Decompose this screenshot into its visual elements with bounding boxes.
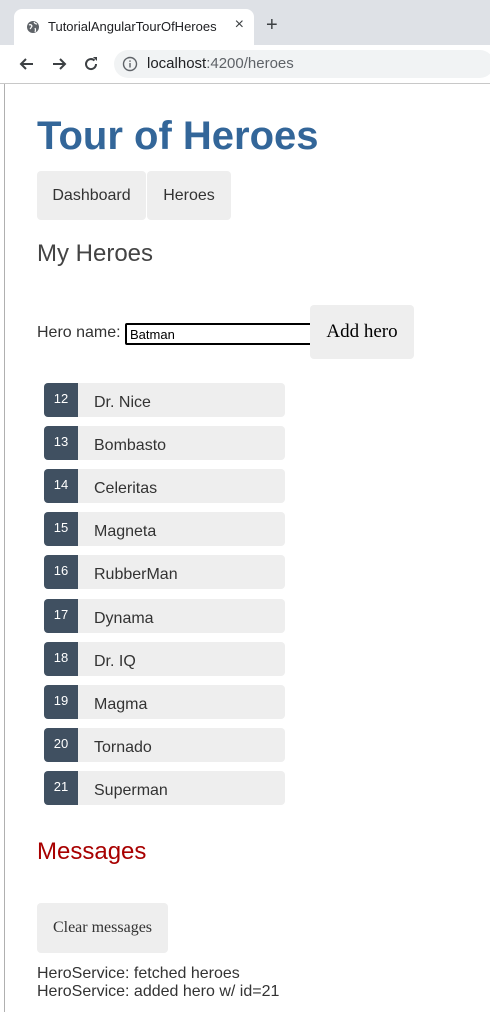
globe-icon bbox=[27, 21, 39, 33]
hero-name: Dynama bbox=[94, 610, 154, 627]
browser-tab[interactable]: TutorialAngularTourOfHeroes × bbox=[14, 9, 254, 45]
hero-name: Bombasto bbox=[94, 437, 167, 454]
hero-name: Superman bbox=[94, 782, 168, 799]
hero-list-item[interactable]: 21 Superman bbox=[44, 771, 285, 805]
section-title: My Heroes bbox=[37, 240, 154, 267]
page-border bbox=[4, 84, 5, 1012]
hero-id-badge: 12 bbox=[44, 383, 78, 417]
url-path: :4200/heroes bbox=[206, 55, 294, 72]
hero-list-item[interactable]: 14 Celeritas bbox=[44, 469, 285, 503]
hero-id-badge: 21 bbox=[44, 771, 78, 805]
clear-messages-button[interactable]: Clear messages bbox=[37, 903, 168, 953]
hero-id-badge: 18 bbox=[44, 642, 78, 676]
hero-list-item[interactable]: 13 Bombasto bbox=[44, 426, 285, 460]
url-text: localhost:4200/heroes bbox=[147, 55, 294, 72]
hero-name: Celeritas bbox=[94, 480, 158, 497]
hero-name: Tornado bbox=[94, 739, 152, 756]
hero-id-badge: 15 bbox=[44, 512, 78, 546]
tab-title: TutorialAngularTourOfHeroes bbox=[48, 19, 217, 34]
hero-id-badge: 14 bbox=[44, 469, 78, 503]
browser-toolbar: localhost:4200/heroes bbox=[0, 45, 490, 84]
add-hero-button[interactable]: Add hero bbox=[310, 305, 414, 359]
reload-icon[interactable] bbox=[81, 54, 101, 74]
hero-name-input[interactable] bbox=[125, 323, 313, 345]
hero-list-item[interactable]: 15 Magneta bbox=[44, 512, 285, 546]
hero-name: RubberMan bbox=[94, 566, 178, 583]
hero-list-item[interactable]: 12 Dr. Nice bbox=[44, 383, 285, 417]
hero-list-item[interactable]: 17 Dynama bbox=[44, 599, 285, 633]
hero-name: Magma bbox=[94, 696, 148, 713]
nav-link-dashboard[interactable]: Dashboard bbox=[37, 171, 146, 220]
nav-link-heroes[interactable]: Heroes bbox=[147, 171, 231, 220]
hero-id-badge: 19 bbox=[44, 685, 78, 719]
hero-id-badge: 13 bbox=[44, 426, 78, 460]
forward-arrow-icon[interactable] bbox=[49, 54, 69, 74]
hero-list-item[interactable]: 16 RubberMan bbox=[44, 555, 285, 589]
hero-list-item[interactable]: 19 Magma bbox=[44, 685, 285, 719]
address-bar[interactable]: localhost:4200/heroes bbox=[114, 50, 490, 78]
messages-title: Messages bbox=[37, 838, 147, 865]
hero-id-badge: 16 bbox=[44, 555, 78, 589]
hero-list-item[interactable]: 18 Dr. IQ bbox=[44, 642, 285, 676]
browser-tab-bar: TutorialAngularTourOfHeroes × + bbox=[0, 0, 490, 45]
hero-list-item[interactable]: 20 Tornado bbox=[44, 728, 285, 762]
info-icon[interactable] bbox=[122, 56, 138, 72]
hero-id-badge: 20 bbox=[44, 728, 78, 762]
hero-name-label: Hero name: bbox=[37, 324, 121, 341]
url-host: localhost bbox=[147, 55, 207, 72]
message-line: HeroService: added hero w/ id=21 bbox=[37, 983, 280, 1000]
new-tab-icon[interactable]: + bbox=[266, 15, 278, 35]
close-tab-icon[interactable]: × bbox=[235, 16, 244, 34]
hero-id-badge: 17 bbox=[44, 599, 78, 633]
hero-name: Dr. IQ bbox=[94, 653, 136, 670]
message-line: HeroService: fetched heroes bbox=[37, 965, 240, 982]
back-arrow-icon[interactable] bbox=[17, 54, 37, 74]
app-title: Tour of Heroes bbox=[37, 114, 319, 158]
hero-name: Dr. Nice bbox=[94, 394, 151, 411]
hero-name: Magneta bbox=[94, 523, 157, 540]
